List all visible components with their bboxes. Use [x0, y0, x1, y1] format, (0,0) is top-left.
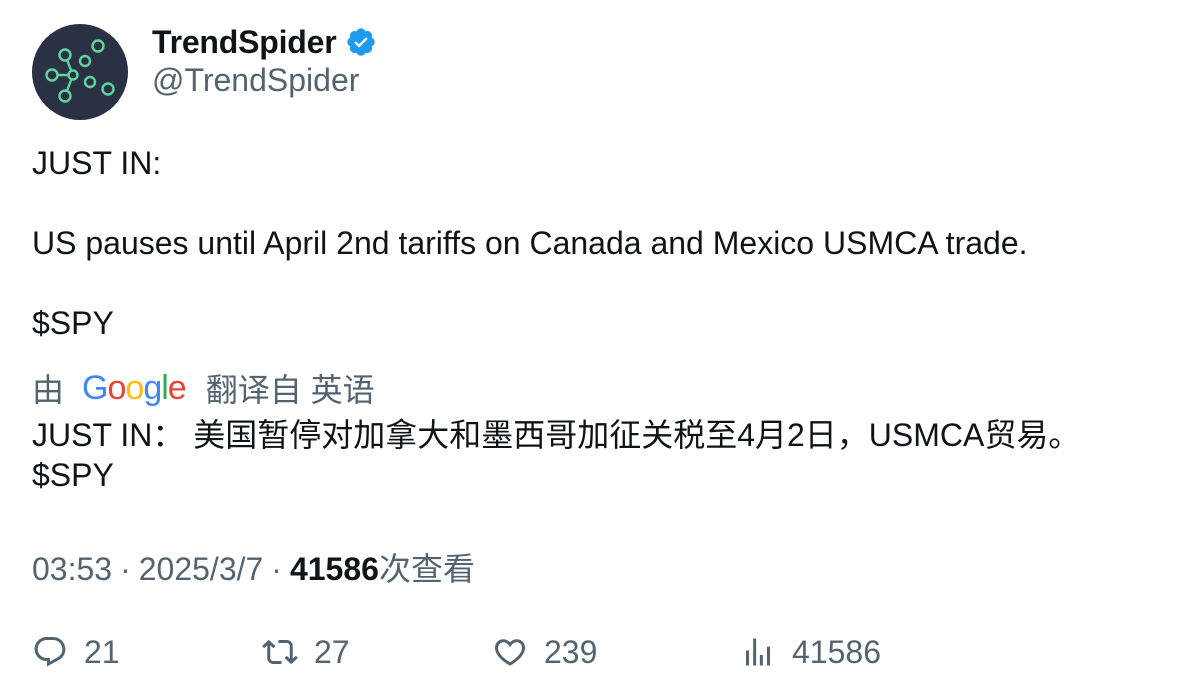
retweet-button[interactable]: 27 [262, 628, 350, 676]
translated-by-label: 由 [32, 372, 65, 408]
tweet-line [32, 183, 1028, 223]
tweet-time[interactable]: 03:53 [32, 551, 112, 588]
translated-text: JUST IN： 美国暂停对加拿大和墨西哥加征关税至4月2日，USMCA贸易。 … [32, 415, 1080, 495]
author-handle[interactable]: @TrendSpider [152, 62, 359, 99]
author-name-row: TrendSpider [152, 22, 377, 62]
verified-badge-icon[interactable] [345, 26, 377, 58]
reply-button[interactable]: 21 [32, 628, 120, 676]
views-action-count: 41586 [792, 633, 881, 670]
like-button[interactable]: 239 [492, 628, 597, 676]
tweet: TrendSpider @TrendSpider JUST IN: US pau… [0, 0, 1196, 698]
reply-icon [34, 637, 66, 667]
tweet-line: US pauses until April 2nd tariffs on Can… [32, 225, 1028, 261]
views-label: 次查看 [378, 551, 475, 587]
retweet-icon [262, 639, 298, 665]
translation-attribution: 由 Google 翻译自 英语 [32, 366, 375, 410]
like-count: 239 [544, 633, 598, 670]
reply-count: 21 [84, 633, 120, 670]
tweet-meta: 03:53 · 2025/3/7 · 41586 次查看 [32, 544, 475, 590]
meta-separator: · [271, 551, 282, 587]
meta-separator: · [120, 551, 131, 587]
analytics-icon [746, 638, 770, 666]
tweet-line [32, 263, 1028, 303]
views-button[interactable]: 41586 [740, 628, 881, 676]
translated-cashtag-link[interactable]: $SPY [32, 455, 1080, 495]
retweet-count: 27 [314, 633, 350, 670]
translated-line: JUST IN： 美国暂停对加拿大和墨西哥加征关税至4月2日，USMCA贸易。 [32, 417, 1081, 453]
views-count: 41586 [289, 551, 379, 587]
tweet-line: JUST IN: [32, 145, 162, 181]
heart-icon [494, 639, 526, 666]
trendspider-logo-icon [45, 39, 115, 103]
google-logo[interactable]: Google [82, 369, 187, 408]
display-name[interactable]: TrendSpider [152, 24, 337, 61]
translated-from-label[interactable]: 翻译自 英语 [206, 365, 375, 411]
action-bar: 21 27 239 41586 [32, 628, 1162, 676]
tweet-text: JUST IN: US pauses until April 2nd tarif… [32, 143, 1028, 343]
tweet-date[interactable]: 2025/3/7 [139, 551, 264, 588]
cashtag-link[interactable]: $SPY [32, 303, 1028, 343]
avatar[interactable] [32, 24, 128, 120]
